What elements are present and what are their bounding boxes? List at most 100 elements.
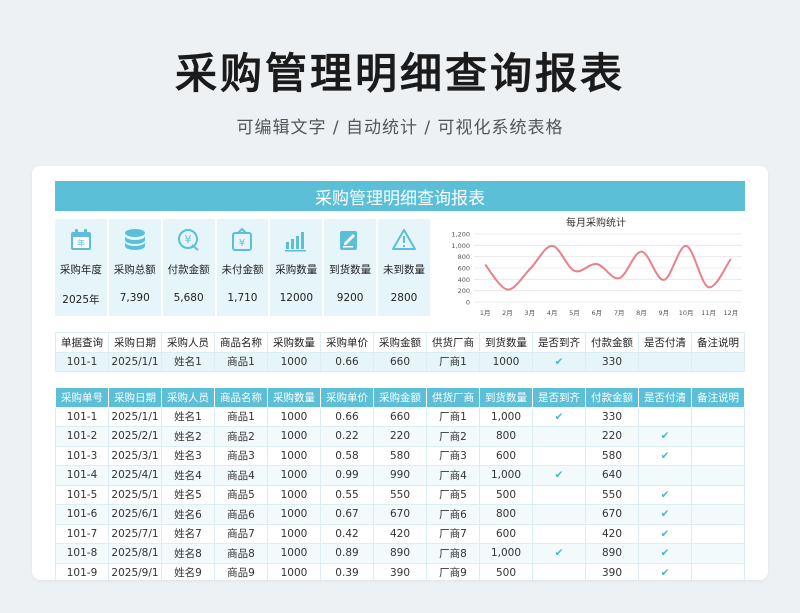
table-row: 101-5 2025/5/1 姓名5 商品5 1000 0.55 550 厂商5 500 550 ✔ [55,484,745,505]
table-cell: 商品8 [214,543,268,564]
table-cell [691,465,745,486]
column-header: 是否付清 [638,332,692,353]
kpi-value: 12000 [279,292,313,304]
table-cell: 姓名3 [161,445,215,466]
table-cell: 660 [373,406,427,427]
table-cell [691,445,745,466]
table-cell: 0.22 [320,426,374,447]
query-cell: 厂商1 [426,351,480,372]
warning-icon [391,229,416,250]
table-cell: 2025/2/1 [108,426,162,447]
table-cell: 420 [373,523,427,544]
table-cell: 2025/6/1 [108,504,162,525]
kpi-label: 采购总额 [113,264,156,276]
table-cell: 1000 [267,465,321,486]
table-cell: 0.89 [320,543,374,564]
kpi-label: 采购数量 [275,264,318,276]
chart-y-tick: 1,000 [451,242,470,250]
monthly-purchase-chart: 每月采购统计 0 200 400 600 800 1,000 1,200 1月 2月 3月 4月 5… [451,216,742,317]
table-cell: 姓名4 [161,465,215,486]
report-card: 采购管理明细查询报表 年 采购年度 2025年 采购总额 7,390 ¥ 付款金… [32,166,768,580]
table-cell: ✔ [638,445,692,466]
kpi-value: 9200 [336,292,364,304]
query-cell: 商品1 [214,351,268,372]
chart-x-tick: 8月 [636,309,647,317]
kpi-pending-qty: 未到数量 2800 [378,219,432,316]
table-cell: 厂商8 [426,543,480,564]
document-edit-icon [340,231,358,250]
table-cell: ✔ [638,504,692,525]
table-cell: 2025/1/1 [108,406,162,427]
table-cell: 420 [585,523,639,544]
report-banner: 采购管理明细查询报表 [55,181,745,211]
column-header: 是否付清 [638,387,692,408]
table-cell: 220 [373,426,427,447]
table-cell [532,523,586,544]
table-cell: 1000 [267,543,321,564]
column-header: 采购金额 [373,387,427,408]
table-cell [532,504,586,525]
column-header: 备注说明 [691,387,745,408]
table-cell [532,445,586,466]
table-cell: 0.42 [320,523,374,544]
table-cell: 101-1 [55,406,109,427]
table-row: 101-3 2025/3/1 姓名3 商品3 1000 0.58 580 厂商3 600 580 ✔ [55,445,745,466]
query-cell: 2025/1/1 [108,351,162,372]
query-order-input[interactable]: 101-1 [55,351,109,372]
table-cell: ✔ [532,406,586,427]
query-cell: 姓名1 [161,351,215,372]
table-cell: 1000 [267,504,321,525]
table-cell: 580 [585,445,639,466]
table-cell: 580 [373,445,427,466]
table-cell: 670 [373,504,427,525]
table-row: 101-4 2025/4/1 姓名4 商品4 1000 0.99 990 厂商4 1,000 ✔ 6… [55,465,745,486]
table-cell [532,426,586,447]
kpi-label: 到货数量 [329,264,372,276]
column-header: 采购日期 [108,387,162,408]
table-cell: 330 [585,406,639,427]
kpi-purchase-year: 年 采购年度 2025年 [55,219,109,316]
column-header: 采购日期 [108,332,162,353]
chart-x-tick: 2月 [502,309,513,317]
table-cell [691,562,745,580]
table-cell: 厂商3 [426,445,480,466]
table-cell: 220 [585,426,639,447]
table-cell [691,504,745,525]
table-cell: 500 [479,484,533,505]
yen-coin-icon: ¥ [177,229,199,251]
kpi-value: 2800 [390,292,418,304]
table-cell: 0.67 [320,504,374,525]
table-row: 101-9 2025/9/1 姓名9 商品9 1000 0.39 390 厂商9 500 390 ✔ [55,562,745,580]
chart-y-tick: 1,200 [451,231,470,239]
kpi-value: 7,390 [119,292,150,304]
column-header: 付款金额 [585,387,639,408]
column-header: 采购数量 [267,332,321,353]
table-cell: 0.55 [320,484,374,505]
table-cell: 800 [479,504,533,525]
kpi-value: 2025年 [62,294,100,306]
table-cell: 890 [585,543,639,564]
chart-x-tick: 7月 [614,309,625,317]
table-cell: 550 [585,484,639,505]
kpi-unpaid-amount: ¥ 未付金额 1,710 [216,219,271,316]
kpi-label: 采购年度 [59,264,102,276]
table-row: 101-6 2025/6/1 姓名6 商品6 1000 0.67 670 厂商6 800 670 ✔ [55,504,745,525]
table-cell: 2025/4/1 [108,465,162,486]
table-cell: 姓名1 [161,406,215,427]
table-cell: 商品9 [214,562,268,580]
table-cell: 640 [585,465,639,486]
table-cell: 101-2 [55,426,109,447]
table-cell: 1000 [267,406,321,427]
table-cell: 1000 [267,562,321,580]
column-header: 采购单价 [320,332,374,353]
detail-table: 采购单号 采购日期 采购人员 商品名称 采购数量 采购单价 采购金额 供货厂商 到货数量 是否到齐… [55,387,745,580]
kpi-purchase-qty: 采购数量 12000 [270,219,325,316]
column-header: 采购人员 [161,332,215,353]
table-cell: 2025/9/1 [108,562,162,580]
table-cell: 姓名6 [161,504,215,525]
table-cell: ✔ [638,543,692,564]
table-cell: 500 [479,562,533,580]
column-header: 付款金额 [585,332,639,353]
query-cell [691,351,745,372]
table-cell [638,406,692,427]
